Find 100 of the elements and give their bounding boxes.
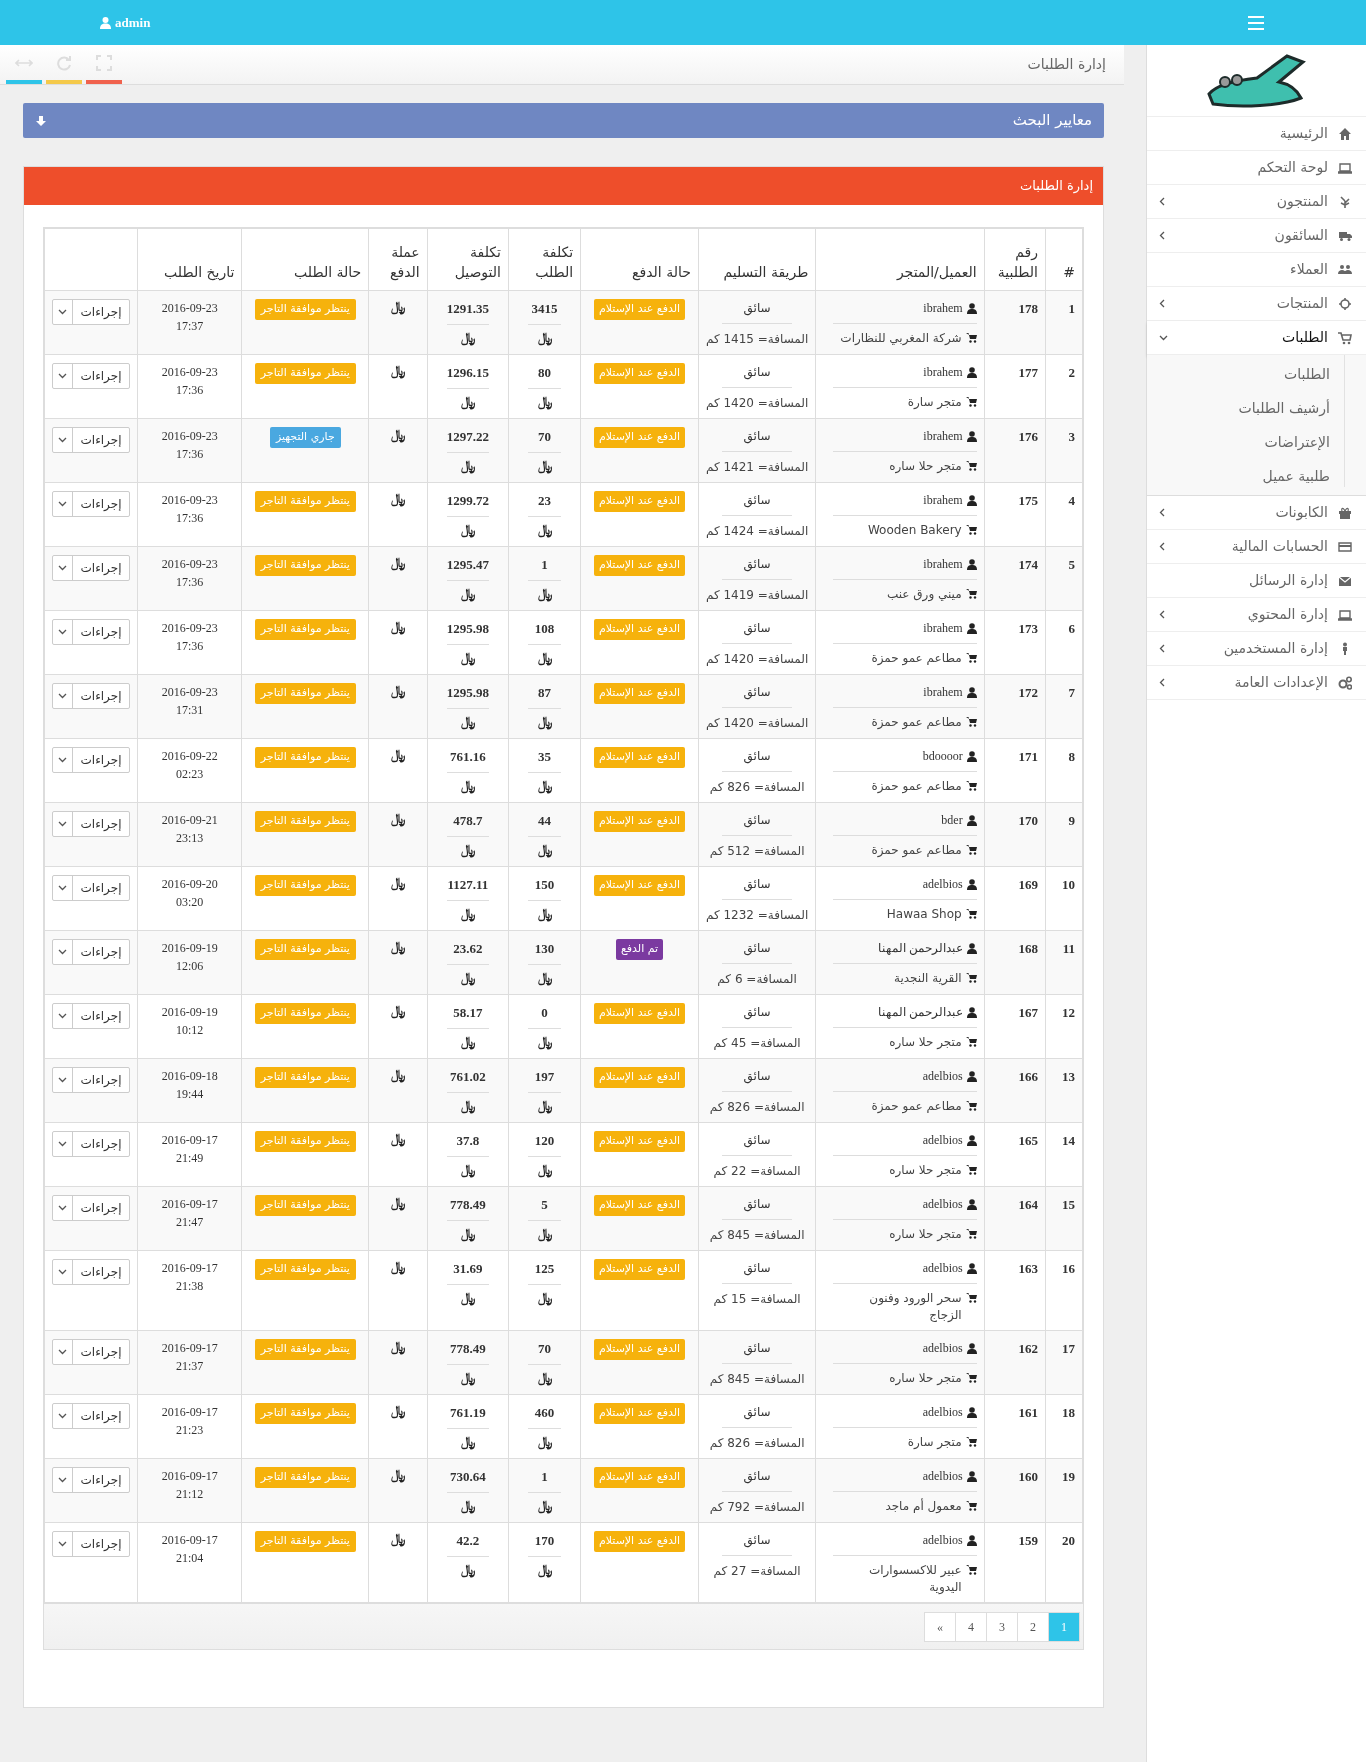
resize-icon[interactable]: [15, 57, 33, 68]
order-status-badge: ينتظر موافقة التاجر: [254, 1467, 356, 1488]
table-cell: 8: [1045, 738, 1083, 803]
client-name: bdoooor: [922, 748, 963, 765]
user-icon[interactable]: [100, 16, 111, 29]
currency-symbol: ﷼: [460, 905, 475, 922]
actions-button[interactable]: إجراءات: [52, 747, 130, 773]
distance-text: المسافة= 792 كم: [708, 1499, 806, 1516]
sidebar-item[interactable]: إدارة المحتوي: [1147, 598, 1366, 632]
column-header: حالة الدفع: [580, 228, 699, 291]
page-button[interactable]: 2: [1017, 1611, 1049, 1642]
store-name: مطاعم عمو حمزة: [871, 650, 962, 667]
delivery-method: سائق: [721, 1003, 793, 1028]
actions-button[interactable]: إجراءات: [52, 1403, 130, 1429]
submenu-item[interactable]: أرشيف الطلبات: [1147, 391, 1366, 425]
actions-button[interactable]: إجراءات: [52, 1067, 130, 1093]
down-arrow-icon[interactable]: [35, 114, 47, 127]
user-icon: [966, 622, 977, 634]
sidebar-item[interactable]: المنتجون: [1147, 185, 1366, 219]
user-icon: [966, 302, 977, 314]
search-panel[interactable]: معايير البحث: [23, 103, 1104, 138]
sidebar-item[interactable]: لوحة التحكم: [1147, 151, 1366, 185]
actions-button[interactable]: إجراءات: [52, 491, 130, 517]
page-button[interactable]: 4: [955, 1611, 987, 1642]
sidebar-item[interactable]: المنتجات: [1147, 287, 1366, 321]
order-cost: 70: [527, 1339, 562, 1365]
order-cost: 1: [527, 1467, 562, 1493]
user-icon: [966, 494, 977, 506]
actions-button[interactable]: إجراءات: [52, 875, 130, 901]
sidebar-item[interactable]: إدارة الرسائل: [1147, 564, 1366, 598]
actions-button[interactable]: إجراءات: [52, 1467, 130, 1493]
delivery-method: سائق: [721, 619, 793, 644]
currency-symbol: ﷼: [537, 1033, 552, 1050]
currency-symbol: ﷼: [391, 1067, 405, 1083]
delivery-method: سائق: [721, 427, 793, 452]
actions-button[interactable]: إجراءات: [52, 1259, 130, 1285]
currency-symbol: ﷼: [460, 521, 475, 538]
table-cell: 160: [984, 1458, 1046, 1523]
cart-icon: [965, 1165, 977, 1175]
sidebar-item[interactable]: الحسابات المالية: [1147, 530, 1366, 564]
menu-icon[interactable]: [1248, 15, 1264, 30]
actions-button[interactable]: إجراءات: [52, 683, 130, 709]
currency-symbol: ﷼: [391, 1403, 405, 1419]
submenu-item[interactable]: طلبية عميل: [1147, 459, 1366, 493]
caret-icon: [58, 1141, 67, 1147]
table-cell: 9: [1045, 802, 1083, 867]
caret-icon: [58, 1013, 67, 1019]
currency-symbol: ﷼: [537, 1433, 552, 1450]
table-cell: 10: [1045, 866, 1083, 931]
chevron-left-icon: [1159, 299, 1165, 308]
table-cell: 172: [984, 674, 1046, 739]
distance-text: المسافة= 22 كم: [712, 1163, 802, 1180]
table-cell: 167: [984, 994, 1046, 1059]
sidebar-item[interactable]: إدارة المستخدمين: [1147, 632, 1366, 666]
sidebar-item[interactable]: السائقون: [1147, 219, 1366, 253]
payment-status-badge: الدفع عند الإستلام: [593, 1195, 686, 1216]
actions-button[interactable]: إجراءات: [52, 811, 130, 837]
currency-symbol: ﷼: [537, 1289, 552, 1306]
client-name: عبدالرحمن المهنا: [877, 940, 963, 957]
actions-button[interactable]: إجراءات: [52, 299, 130, 325]
table-cell: 2: [1045, 354, 1083, 419]
sidebar-item[interactable]: الكابونات: [1147, 496, 1366, 530]
actions-button[interactable]: إجراءات: [52, 555, 130, 581]
page-button[interactable]: 3: [986, 1611, 1018, 1642]
actions-button[interactable]: إجراءات: [52, 427, 130, 453]
client-name: ibrahem: [923, 684, 963, 701]
delivery-cost: 1295.47: [446, 555, 489, 581]
actions-button[interactable]: إجراءات: [52, 1195, 130, 1221]
table-cell: 13: [1045, 1058, 1083, 1123]
actions-button[interactable]: إجراءات: [52, 1131, 130, 1157]
client-name: ibrahem: [923, 620, 963, 637]
actions-button[interactable]: إجراءات: [52, 1531, 130, 1557]
sidebar-item[interactable]: الرئيسية: [1147, 117, 1366, 151]
payment-status-badge: تم الدفع: [615, 939, 664, 960]
actions-button[interactable]: إجراءات: [52, 1003, 130, 1029]
expand-icon[interactable]: [96, 54, 112, 71]
user-icon: [966, 1534, 977, 1546]
actions-button[interactable]: إجراءات: [52, 363, 130, 389]
currency-symbol: ﷼: [537, 777, 552, 794]
store-name: معمول أم ماجد: [885, 1498, 962, 1515]
cart-icon: [965, 1293, 977, 1303]
refresh-icon[interactable]: [56, 54, 72, 71]
currency-symbol: ﷼: [391, 1195, 405, 1211]
user-icon: [966, 814, 977, 826]
user-icon: [966, 1070, 977, 1082]
actions-button[interactable]: إجراءات: [52, 1339, 130, 1365]
actions-button[interactable]: إجراءات: [52, 939, 130, 965]
delivery-cost: 761.16: [446, 747, 489, 773]
submenu-item[interactable]: الطلبات: [1147, 357, 1366, 391]
user-icon: [966, 750, 977, 762]
submenu-item[interactable]: الإعتراضات: [1147, 425, 1366, 459]
currency-symbol: ﷼: [391, 491, 405, 507]
order-time: 21:49: [175, 1150, 205, 1167]
caret-icon: [58, 693, 67, 699]
delivery-method: سائق: [721, 1131, 793, 1156]
sidebar-item[interactable]: العملاء: [1147, 253, 1366, 287]
order-time: 17:36: [175, 382, 205, 399]
actions-button[interactable]: إجراءات: [52, 619, 130, 645]
sidebar-item[interactable]: الإعدادات العامة: [1147, 666, 1366, 700]
page-button[interactable]: »: [924, 1611, 956, 1642]
